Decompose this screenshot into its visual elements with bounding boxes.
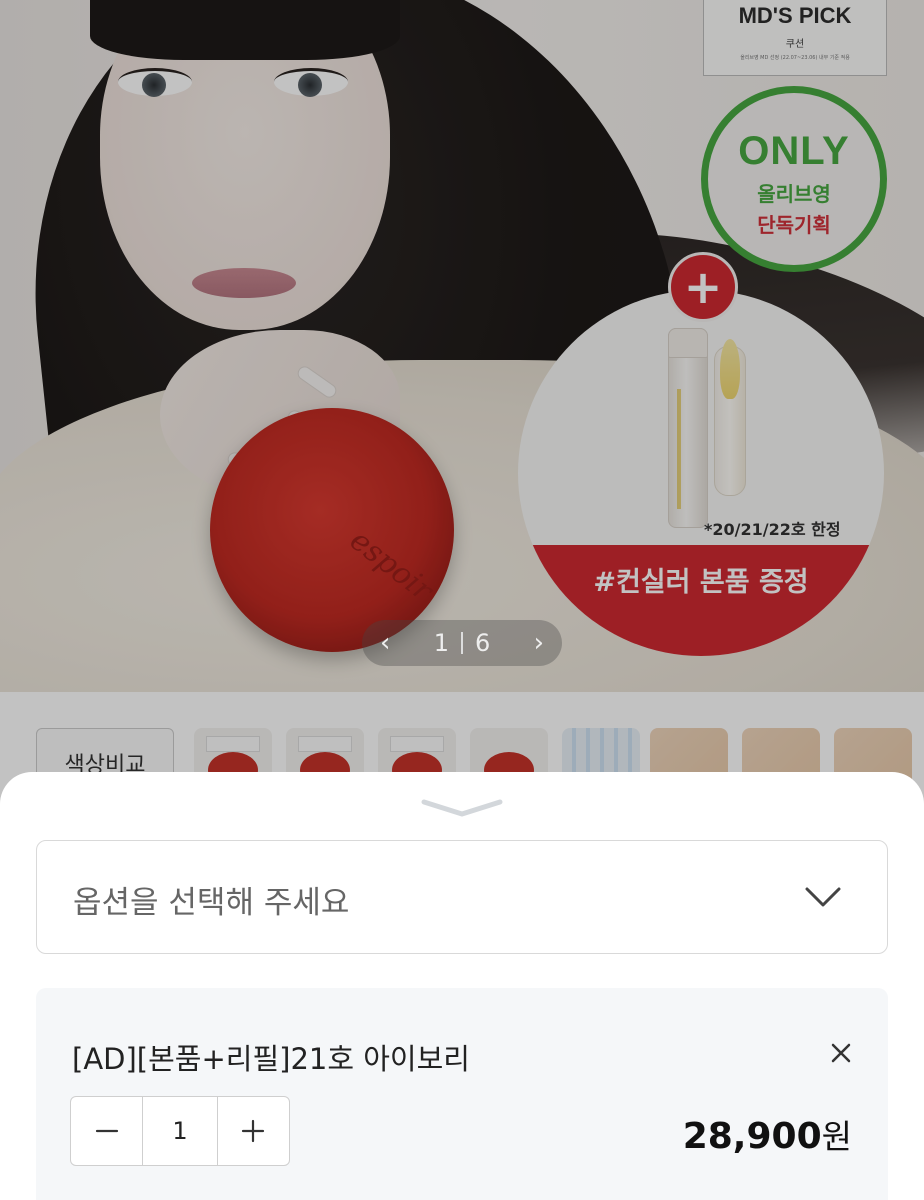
option-select-placeholder: 옵션을 선택해 주세요 [73,885,350,921]
chevron-left-icon[interactable]: ‹ [380,628,390,658]
pager-current: 1 [433,629,449,657]
item-price: 28,900원 [683,1110,852,1158]
chevron-down-icon [805,887,841,907]
increase-quantity-button[interactable] [218,1097,289,1165]
plus-icon [242,1119,265,1143]
item-price-unit: 원 [821,1117,852,1156]
decrease-quantity-button[interactable] [71,1097,142,1165]
quantity-value[interactable]: 1 [142,1097,218,1165]
quantity-stepper: 1 [70,1096,290,1166]
selected-option-item: [AD][본품+리필]21호 아이보리 1 28,900원 [36,988,888,1200]
pager-divider [461,632,463,654]
option-bottom-sheet: 옵션을 선택해 주세요 [AD][본품+리필]21호 아이보리 1 28,900… [0,772,924,1200]
selected-option-name: [AD][본품+리필]21호 아이보리 [72,1042,470,1076]
option-select[interactable]: 옵션을 선택해 주세요 [36,840,888,954]
image-pager: ‹ 1 6 › [362,620,562,666]
minus-icon [95,1129,118,1133]
sheet-handle-icon[interactable] [420,796,504,820]
pager-total: 6 [475,629,491,657]
close-icon[interactable] [826,1038,856,1068]
item-price-value: 28,900 [682,1116,822,1157]
chevron-right-icon[interactable]: › [534,628,544,658]
